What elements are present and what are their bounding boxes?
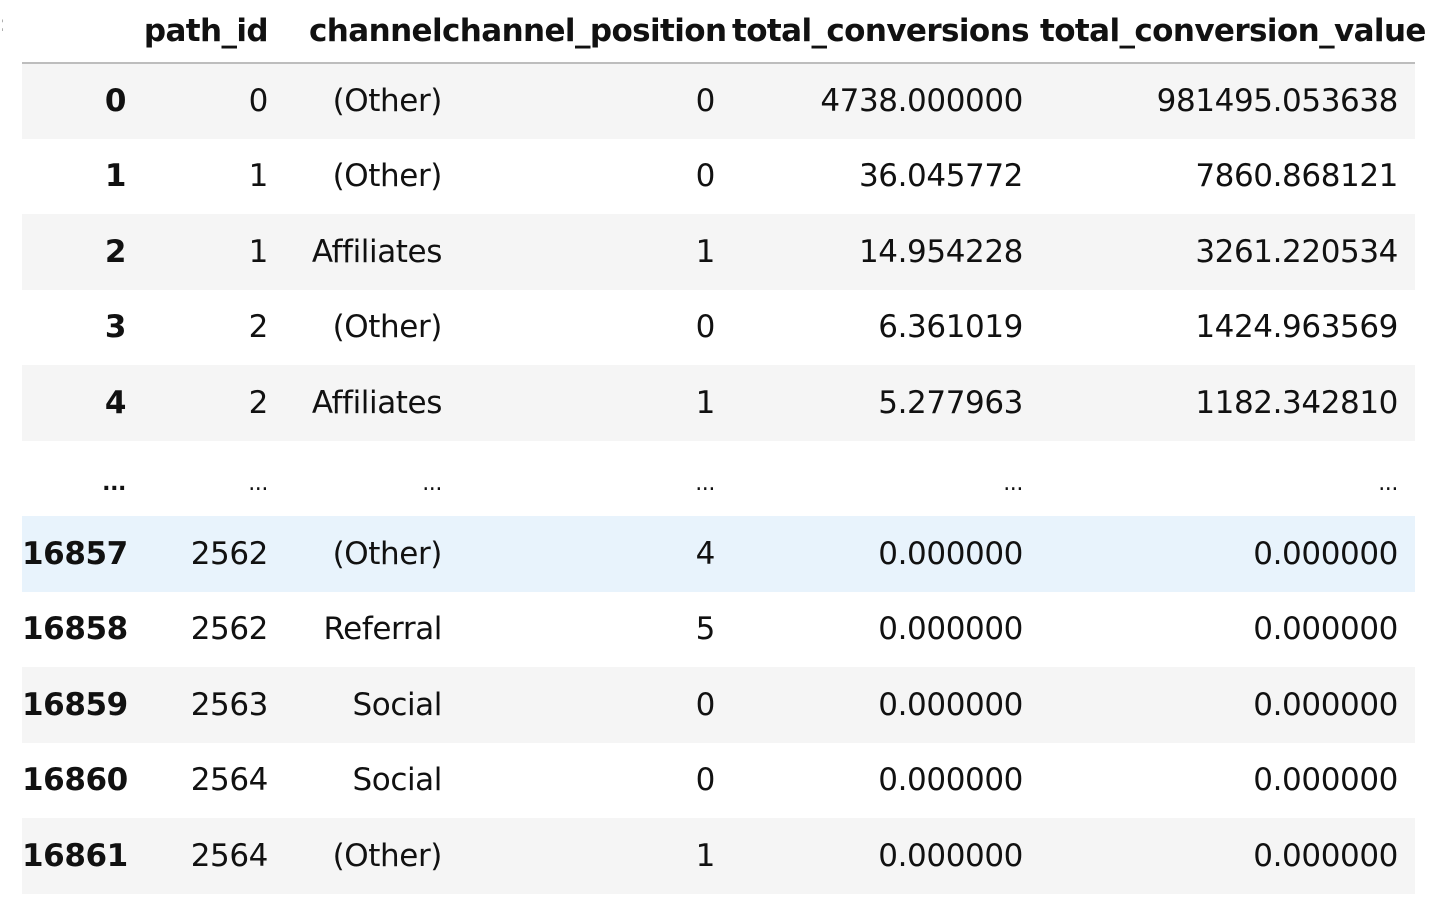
cell-channel: Social [352, 686, 442, 723]
cell-channel-position: 5 [695, 611, 716, 648]
cell-path-id: 2564 [190, 837, 269, 874]
column-header-total-conversion-value: total_conversion_value [1040, 0, 1426, 64]
cell-total-conversions: 0.000000 [878, 837, 1023, 874]
cell-channel: (Other) [332, 837, 443, 874]
cell-channel-position: 1 [695, 233, 716, 270]
cell-channel-position: 1 [695, 384, 716, 421]
index-header [22, 0, 140, 64]
cell-path-id: 2 [248, 309, 269, 346]
cell-path-id: 2563 [190, 686, 269, 723]
row-index: 16857 [22, 535, 128, 572]
cell-path-id: 2 [248, 384, 269, 421]
table-row: 4 2 Affiliates 1 5.277963 1182.342810 [22, 365, 1415, 441]
cell-total-conversions: 6.361019 [878, 309, 1023, 346]
cell-total-conversion-value: 0.000000 [1253, 837, 1398, 874]
cell-total-conversion-value: 7860.868121 [1195, 158, 1398, 195]
cell-path-id: 0 [248, 83, 269, 120]
row-index: 3 [104, 309, 127, 346]
cell-channel: (Other) [332, 83, 443, 120]
cell-channel: ... [422, 470, 442, 496]
cell-channel: Affiliates [311, 384, 443, 421]
row-index: 0 [104, 83, 127, 120]
cell-path-id: 2562 [190, 611, 269, 648]
cell-total-conversions: 5.277963 [878, 384, 1023, 421]
row-index: 16861 [22, 837, 128, 874]
cell-total-conversion-value: 0.000000 [1253, 611, 1398, 648]
ellipsis-row: .................. [22, 440, 1415, 516]
dataframe-output: path_id channel channel_position total_c… [22, 0, 1426, 894]
row-index: 4 [104, 384, 127, 421]
row-index: 1 [104, 158, 127, 195]
header-row: path_id channel channel_position total_c… [22, 0, 1426, 64]
cell-channel-position: 0 [695, 309, 716, 346]
table-row: 16857 2562 (Other) 4 0.000000 0.000000 [22, 516, 1415, 592]
cell-channel-position: ... [695, 470, 715, 496]
row-index: 16860 [22, 762, 128, 799]
cell-total-conversion-value: 981495.053638 [1156, 83, 1399, 120]
cell-channel: (Other) [332, 158, 443, 195]
cell-path-id: 1 [248, 233, 269, 270]
cell-channel-position: 0 [695, 762, 716, 799]
column-header-channel-position: channel_position [442, 0, 732, 64]
table-row: 3 2 (Other) 0 6.361019 1424.963569 [22, 289, 1415, 365]
cell-total-conversions: 4738.000000 [820, 83, 1023, 120]
cell-channel-position: 0 [695, 83, 716, 120]
table-row: 2 1 Affiliates 1 14.954228 3261.220534 [22, 214, 1415, 290]
cell-total-conversions: ... [1003, 470, 1023, 496]
cell-total-conversions: 0.000000 [878, 686, 1023, 723]
column-header-path-id: path_id [140, 0, 285, 64]
cell-path-id: ... [248, 470, 268, 496]
cell-channel: Affiliates [311, 233, 443, 270]
cell-total-conversions: 0.000000 [878, 762, 1023, 799]
cell-total-conversion-value: 0.000000 [1253, 762, 1398, 799]
cell-path-id: 2564 [190, 762, 269, 799]
row-index: 16859 [22, 686, 128, 723]
cell-total-conversion-value: 1182.342810 [1195, 384, 1398, 421]
cell-channel-position: 0 [695, 686, 716, 723]
row-index: ... [102, 470, 126, 496]
cell-path-id: 1 [248, 158, 269, 195]
table-row: 0 0 (Other) 0 4738.000000 981495.053638 [22, 63, 1415, 139]
cell-total-conversion-value: ... [1378, 470, 1398, 496]
cell-total-conversions: 0.000000 [878, 611, 1023, 648]
row-index: 2 [104, 233, 127, 270]
cell-total-conversion-value: 3261.220534 [1195, 233, 1398, 270]
cell-total-conversions: 0.000000 [878, 535, 1023, 572]
column-header-channel: channel [285, 0, 443, 64]
table-row: 16860 2564 Social 0 0.000000 0.000000 [22, 742, 1415, 818]
cell-total-conversion-value: 0.000000 [1253, 535, 1398, 572]
table-row: 1 1 (Other) 0 36.045772 7860.868121 [22, 138, 1415, 214]
cell-channel-position: 4 [695, 535, 716, 572]
table-row: 16858 2562 Referral 5 0.000000 0.000000 [22, 591, 1415, 667]
table-row: 16861 2564 (Other) 1 0.000000 0.000000 [22, 818, 1415, 894]
scroll-edge-indicator: : [0, 14, 3, 36]
cell-total-conversions: 14.954228 [858, 233, 1023, 270]
column-header-total-conversions: total_conversions [732, 0, 1040, 64]
cell-channel: Referral [323, 611, 442, 648]
row-index: 16858 [22, 611, 128, 648]
cell-channel-position: 0 [695, 158, 716, 195]
table-row: 16859 2563 Social 0 0.000000 0.000000 [22, 667, 1415, 743]
dataframe-table: path_id channel channel_position total_c… [22, 0, 1426, 894]
cell-total-conversions: 36.045772 [858, 158, 1023, 195]
cell-path-id: 2562 [190, 535, 269, 572]
cell-total-conversion-value: 0.000000 [1253, 686, 1398, 723]
cell-channel: (Other) [332, 535, 443, 572]
cell-channel: Social [352, 762, 442, 799]
cell-total-conversion-value: 1424.963569 [1195, 309, 1398, 346]
cell-channel-position: 1 [695, 837, 716, 874]
cell-channel: (Other) [332, 309, 443, 346]
